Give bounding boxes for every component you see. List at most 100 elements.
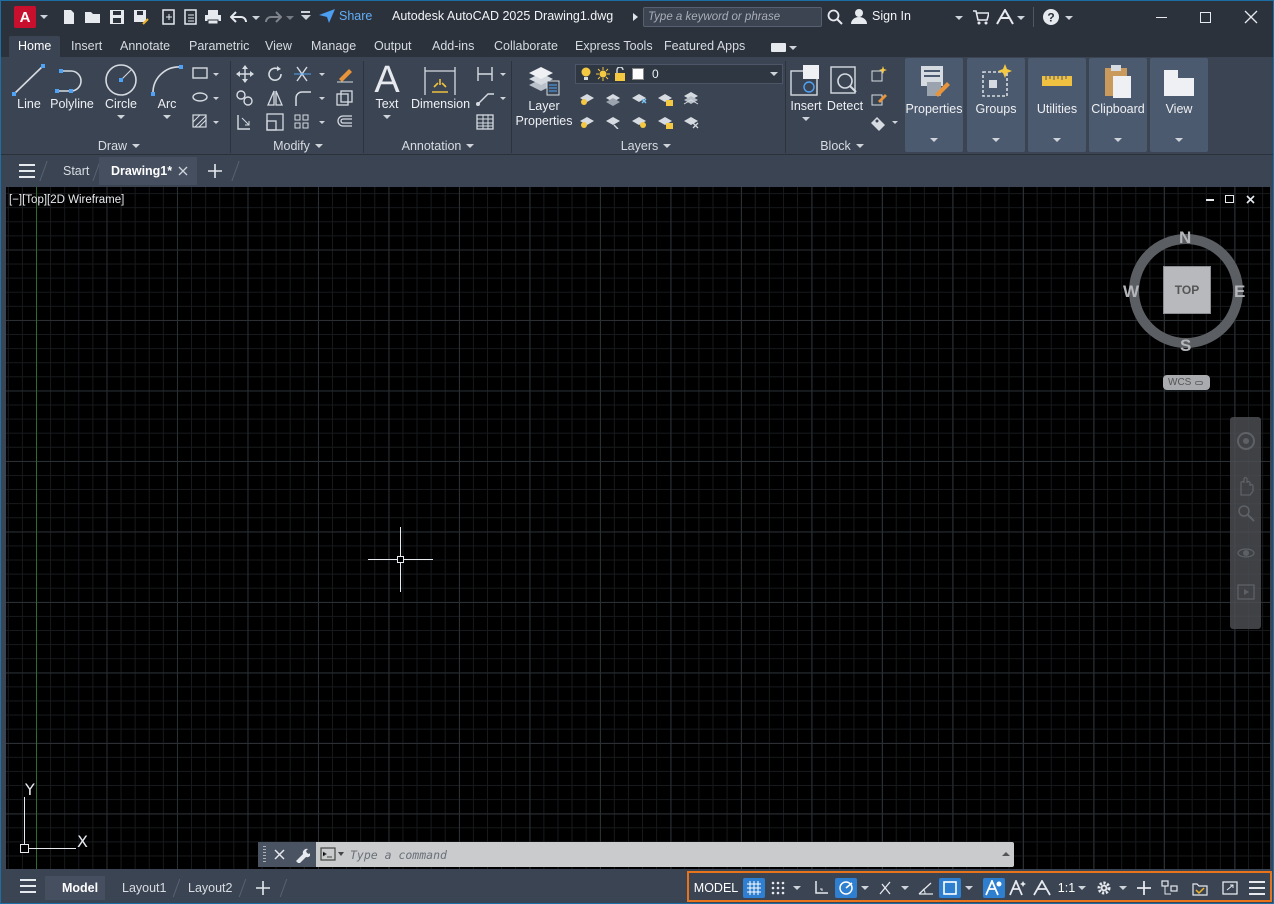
layer-lock-icon[interactable] <box>656 90 674 106</box>
undo-caret[interactable] <box>252 16 260 20</box>
copy-icon[interactable] <box>235 89 255 107</box>
tab-add-ins[interactable]: Add-ins <box>423 36 483 57</box>
tab-manage[interactable]: Manage <box>302 36 365 57</box>
block-attributes-icon[interactable] <box>869 113 899 131</box>
orbit-icon[interactable] <box>1236 543 1256 563</box>
fillet-icon[interactable] <box>293 89 325 107</box>
help-caret[interactable] <box>1065 16 1073 20</box>
layers-panel-title[interactable]: Layers <box>611 139 681 153</box>
rotate-icon[interactable] <box>266 65 284 83</box>
explode-icon[interactable] <box>335 89 355 107</box>
layout-tab-layout1[interactable]: Layout1 <box>122 878 166 898</box>
viewcube-south[interactable]: S <box>1180 336 1191 356</box>
table-icon[interactable] <box>475 113 495 131</box>
layer-previous-icon[interactable] <box>604 113 622 129</box>
object-snap-icon[interactable] <box>939 878 961 898</box>
layer-freeze-icon[interactable] <box>630 90 648 106</box>
tab-featured-apps[interactable]: Featured Apps <box>655 36 754 57</box>
full-screen-icon[interactable] <box>1219 878 1241 898</box>
autodesk-account-icon[interactable] <box>995 7 1015 27</box>
auto-scale-icon[interactable] <box>1007 878 1029 898</box>
minimize-icon[interactable] <box>1151 7 1171 27</box>
workspace-gear-icon[interactable] <box>1093 878 1115 898</box>
account-caret[interactable] <box>1017 16 1025 20</box>
isodraft-icon[interactable] <box>875 878 897 898</box>
object-snap-tracking-icon[interactable] <box>915 878 937 898</box>
save-as-icon[interactable] <box>131 7 151 27</box>
tab-output[interactable]: Output <box>365 36 421 57</box>
annotation-scale-icon[interactable] <box>1031 878 1053 898</box>
app-logo[interactable]: A <box>14 6 36 28</box>
ucs-menu-button[interactable]: WCS <box>1163 375 1210 390</box>
redo-caret[interactable] <box>286 16 294 20</box>
zoom-extents-icon[interactable] <box>1236 503 1256 523</box>
mirror-icon[interactable] <box>266 89 284 107</box>
close-command-icon[interactable] <box>274 849 285 860</box>
tab-annotate[interactable]: Annotate <box>111 36 179 57</box>
hamburger-menu-icon[interactable] <box>19 164 35 178</box>
new-icon[interactable] <box>59 7 79 27</box>
ellipse-icon[interactable] <box>191 89 219 105</box>
viewport-close-icon[interactable] <box>1246 195 1255 204</box>
tab-express-tools[interactable]: Express Tools <box>566 36 662 57</box>
layer-make-current-icon[interactable] <box>682 90 700 106</box>
rectangle-icon[interactable] <box>191 65 219 81</box>
annotation-visibility-icon[interactable] <box>983 878 1005 898</box>
layer-unlock-all-icon[interactable] <box>656 113 674 129</box>
layer-properties-button[interactable]: Layer Properties <box>513 63 575 129</box>
layer-walk-icon[interactable] <box>682 113 700 129</box>
model-space-button[interactable]: MODEL <box>694 878 738 898</box>
layer-dropdown[interactable]: 0 <box>575 64 783 84</box>
search-input[interactable] <box>644 8 821 26</box>
grid-display-icon[interactable] <box>743 878 765 898</box>
modify-panel-title[interactable]: Modify <box>263 139 333 153</box>
arc-button[interactable]: Arc <box>147 63 187 119</box>
layout-menu-icon[interactable] <box>20 879 36 893</box>
app-menu-caret[interactable] <box>40 15 48 19</box>
polyline-button[interactable]: Polyline <box>47 63 97 111</box>
sign-in-button[interactable]: Sign In <box>851 8 911 24</box>
layout-tab-model[interactable]: Model <box>45 876 105 900</box>
share-button[interactable]: Share <box>319 9 372 23</box>
annotation-scale-dropdown[interactable]: 1:1 <box>1056 878 1088 898</box>
pan-hand-icon[interactable] <box>1236 475 1256 497</box>
showmotion-icon[interactable] <box>1236 583 1256 603</box>
properties-panel-button[interactable]: Properties <box>905 58 963 152</box>
utilities-panel-button[interactable]: Utilities <box>1028 58 1086 152</box>
polar-tracking-icon[interactable] <box>835 878 857 898</box>
recent-commands-button[interactable] <box>320 847 344 861</box>
drawing-viewport[interactable]: [−][Top][2D Wireframe] TOP N S E W WCS Y… <box>6 187 1270 869</box>
file-tab-start[interactable]: Start <box>63 157 89 185</box>
snap-caret[interactable] <box>791 878 803 898</box>
viewcube-north[interactable]: N <box>1179 228 1191 248</box>
workspace-caret[interactable] <box>1117 878 1129 898</box>
search-expand-icon[interactable] <box>633 13 638 21</box>
viewport-restore-icon[interactable] <box>1225 195 1234 203</box>
object-snap-caret[interactable] <box>963 878 975 898</box>
layer-off-icon[interactable] <box>578 90 596 106</box>
viewcube-west[interactable]: W <box>1123 282 1139 302</box>
clipboard-panel-button[interactable]: Clipboard <box>1089 58 1147 152</box>
leader-icon[interactable] <box>475 89 507 107</box>
view-panel-button[interactable]: View <box>1150 58 1208 152</box>
open-icon[interactable] <box>83 7 103 27</box>
search-field[interactable] <box>643 7 822 27</box>
customize-qat-icon[interactable] <box>301 11 311 20</box>
tab-collaborate[interactable]: Collaborate <box>485 36 567 57</box>
command-history-caret[interactable] <box>1002 852 1010 856</box>
isodraft-caret[interactable] <box>899 878 911 898</box>
polar-caret[interactable] <box>859 878 871 898</box>
close-icon[interactable] <box>1241 7 1261 27</box>
layout-tab-layout2[interactable]: Layout2 <box>188 878 232 898</box>
block-panel-title[interactable]: Block <box>807 139 877 153</box>
circle-button[interactable]: Circle <box>99 63 143 119</box>
annotation-monitor-icon[interactable] <box>1133 878 1155 898</box>
insert-button[interactable]: Insert <box>787 63 825 121</box>
stretch-icon[interactable] <box>235 113 255 131</box>
line-button[interactable]: Line <box>9 63 49 111</box>
trim-icon[interactable] <box>293 65 325 83</box>
ortho-mode-icon[interactable] <box>810 878 832 898</box>
ribbon-minimize-button[interactable] <box>771 43 797 52</box>
steering-wheel-icon[interactable] <box>1236 431 1256 451</box>
customize-wrench-icon[interactable] <box>294 847 310 863</box>
